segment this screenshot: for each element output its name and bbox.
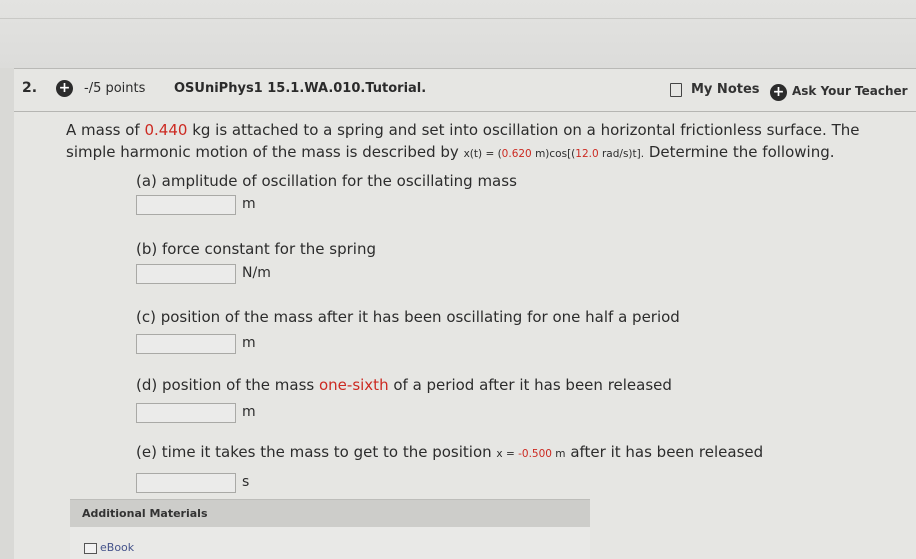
part-b-answer-input[interactable] — [136, 264, 236, 284]
expand-plus-icon[interactable]: + — [56, 80, 73, 97]
part-d-label: (d) position of the mass one-sixth of a … — [136, 376, 672, 394]
part-a-answer-input[interactable] — [136, 195, 236, 215]
part-d-unit: m — [242, 404, 256, 420]
ebook-icon — [84, 543, 97, 554]
top-divider — [0, 18, 916, 19]
one-sixth-highlight: one-sixth — [319, 376, 389, 394]
part-b-unit: N/m — [242, 265, 271, 281]
part-c-label: (c) position of the mass after it has be… — [136, 308, 680, 326]
part-d-answer-input[interactable] — [136, 403, 236, 423]
question-number: 2. — [22, 80, 38, 96]
mass-value: 0.440 — [144, 121, 188, 139]
ask-teacher-button[interactable]: Ask Your Teacher — [792, 84, 908, 98]
part-a-unit: m — [242, 196, 256, 212]
question-id: OSUniPhys1 15.1.WA.010.Tutorial. — [174, 81, 427, 96]
additional-materials-header: Additional Materials — [70, 499, 590, 529]
problem-statement: A mass of 0.440 kg is attached to a spri… — [66, 121, 860, 161]
part-a-label: (a) amplitude of oscillation for the osc… — [136, 172, 517, 190]
part-e-label: (e) time it takes the mass to get to the… — [136, 443, 764, 461]
part-e-unit: s — [242, 474, 250, 490]
question-card: 2. + -/5 points OSUniPhys1 15.1.WA.010.T… — [14, 68, 916, 559]
question-points: -/5 points — [84, 81, 146, 96]
ask-teacher-plus-icon[interactable]: + — [770, 84, 787, 101]
part-c-unit: m — [242, 335, 256, 351]
part-b-label: (b) force constant for the spring — [136, 240, 376, 258]
question-header: 2. + -/5 points OSUniPhys1 15.1.WA.010.T… — [14, 69, 916, 112]
part-e-answer-input[interactable] — [136, 473, 236, 493]
notes-icon[interactable] — [670, 83, 682, 97]
motion-equation: x(t) = (0.620 m)cos[(12.0 rad/s)t]. — [463, 148, 645, 160]
ebook-link[interactable]: eBook — [100, 541, 134, 554]
part-c-answer-input[interactable] — [136, 334, 236, 354]
top-strip — [0, 0, 916, 68]
my-notes-button[interactable]: My Notes — [691, 82, 760, 97]
additional-materials-panel: eBook — [70, 527, 590, 559]
